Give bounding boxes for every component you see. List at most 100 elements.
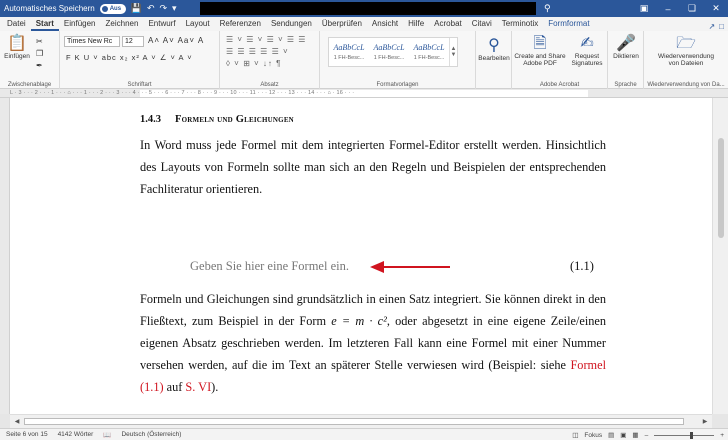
horizontal-scroll-thumb[interactable] <box>24 418 684 425</box>
clipboard-group: 📋 Einfügen ✂ ❐ ✒ Zwischenablage <box>0 31 60 89</box>
vertical-scroll-thumb[interactable] <box>718 138 724 238</box>
style-name: 1 FH-Besc... <box>373 55 405 61</box>
cross-reference-page[interactable]: S. VI <box>185 380 211 394</box>
minimize-icon[interactable]: – <box>656 4 680 14</box>
comment-icon[interactable]: □ <box>719 22 724 31</box>
edit-button[interactable]: ⚲ Bearbeiten <box>478 37 510 62</box>
tab-datei[interactable]: Datei <box>2 18 31 31</box>
autosave-toggle[interactable]: Aus <box>99 3 126 14</box>
copy-icon[interactable]: ❐ <box>36 49 44 58</box>
vertical-scrollbar[interactable] <box>712 98 728 414</box>
scroll-left-icon[interactable]: ◀ <box>12 417 22 427</box>
tab-terminotix[interactable]: Terminotix <box>497 18 543 31</box>
paste-button[interactable]: 📋 Einfügen <box>4 35 30 60</box>
paragraph-group: ☰ ˅ ☰ ˅ ☰ ˅ ☰ ☰ ☰ ☰ ☰ ☰ ☰ ˅ ◊ ˅ ⊞ ˅ ↓↑ ¶… <box>220 31 320 89</box>
speech-group-label: Sprache <box>614 82 637 88</box>
tab-acrobat[interactable]: Acrobat <box>429 18 467 31</box>
tab-einfuegen[interactable]: Einfügen <box>59 18 101 31</box>
tab-formformat[interactable]: Formformat <box>543 18 594 31</box>
tab-end-icons: ↗ □ <box>708 22 728 31</box>
ribbon-tabs: Datei Start Einfügen Zeichnen Entwurf La… <box>0 17 728 31</box>
formula-number: (1.1) <box>570 259 594 273</box>
microphone-icon: 🎤 <box>616 35 636 52</box>
style-sample: AaBbCcL <box>413 43 445 52</box>
tab-ueberpruefen[interactable]: Überprüfen <box>317 18 367 31</box>
tab-citavi[interactable]: Citavi <box>467 18 497 31</box>
focus-icon: ◫ <box>572 432 579 439</box>
zoom-in-icon[interactable]: + <box>720 432 724 439</box>
dictate-button[interactable]: 🎤 Diktieren <box>610 35 642 60</box>
save-icon[interactable]: 💾 <box>131 3 142 14</box>
title-bar: Automatisches Speichern Aus 💾 ↶ ↷ ▾ ⚲ ▣ … <box>0 0 728 17</box>
paragraph-group-label: Absatz <box>260 82 279 88</box>
tab-start[interactable]: Start <box>30 18 59 31</box>
cut-icon[interactable]: ✂ <box>36 37 44 46</box>
autosave-state: Aus <box>109 5 122 12</box>
tab-sendungen[interactable]: Sendungen <box>266 18 317 31</box>
ribbon: 📋 Einfügen ✂ ❐ ✒ Zwischenablage Times Ne… <box>0 31 728 89</box>
zoom-out-icon[interactable]: – <box>645 432 649 439</box>
close-icon[interactable]: ✕ <box>704 3 728 14</box>
reuse-label: Wiederverwendung von Dateien <box>657 53 714 67</box>
styles-scroll[interactable]: ▲ ▼ <box>449 38 457 66</box>
style-item[interactable]: AaBbCcL 1 FH-Besc... <box>369 38 409 66</box>
scroll-right-icon[interactable]: ▶ <box>700 417 710 427</box>
section-heading: 1.4.3 Formeln und Gleichungen <box>140 114 606 125</box>
request-signatures-label: Request Signatures <box>571 53 603 67</box>
style-name: 1 FH-Besc... <box>333 55 365 61</box>
tab-referenzen[interactable]: Referenzen <box>215 18 266 31</box>
focus-button[interactable]: Fokus <box>584 432 602 439</box>
language-indicator[interactable]: Deutsch (Österreich) <box>121 431 181 438</box>
print-layout-icon[interactable]: ▣ <box>620 431 626 439</box>
document-page[interactable]: 1.4.3 Formeln und Gleichungen In Word mu… <box>10 98 712 414</box>
paragraph-1[interactable]: In Word muss jede Formel mit dem integri… <box>140 134 606 200</box>
tab-layout[interactable]: Layout <box>181 18 215 31</box>
heading-number: 1.4.3 <box>140 114 161 125</box>
proofing-icon[interactable]: 📖 <box>103 431 111 439</box>
paragraph-row3-buttons[interactable]: ◊ ˅ ⊞ ˅ ↓↑ ¶ <box>226 59 281 68</box>
paragraph-2-text: ). <box>211 380 219 394</box>
reuse-files-button[interactable]: 🗁 Wiederverwendung von Dateien <box>648 35 724 67</box>
horizontal-scrollbar[interactable]: ◀ ▶ <box>10 414 712 428</box>
create-share-label: Create and Share Adobe PDF <box>514 53 566 67</box>
horizontal-ruler[interactable]: L · 3 · · · 2 · · · 1 · · · ⌂ · · · 1 · … <box>0 89 728 98</box>
font-name-select[interactable]: Times New Rc <box>64 36 120 47</box>
dictate-label: Diktieren <box>613 53 639 60</box>
font-size-select[interactable]: 12 <box>122 36 144 47</box>
style-item[interactable]: AaBbCcL 1 FH-Besc... <box>409 38 449 66</box>
redo-icon[interactable]: ↷ <box>159 3 167 14</box>
page-count[interactable]: Seite 6 von 15 <box>6 431 48 438</box>
paragraph-row1-buttons[interactable]: ☰ ˅ ☰ ˅ ☰ ˅ ☰ ☰ <box>226 35 306 44</box>
heading-title: Formeln und Gleichungen <box>175 114 294 125</box>
tab-zeichnen[interactable]: Zeichnen <box>101 18 144 31</box>
share-icon[interactable]: ↗ <box>708 22 715 31</box>
inline-formula[interactable]: e = m · c² <box>331 314 387 328</box>
request-signatures-button[interactable]: ✍ Request Signatures <box>568 35 606 67</box>
word-count[interactable]: 4142 Wörter <box>58 431 94 438</box>
ribbon-display-icon[interactable]: ▣ <box>632 3 656 14</box>
paragraph-row2-buttons[interactable]: ☰ ☰ ☰ ☰ ☰ ˅ <box>226 47 289 56</box>
zoom-knob[interactable] <box>690 431 694 439</box>
paragraph-2[interactable]: Formeln und Gleichungen sind grundsätzli… <box>140 288 606 398</box>
search-box[interactable]: ⚲ <box>536 1 620 16</box>
web-layout-icon[interactable]: ▦ <box>632 431 638 439</box>
tab-ansicht[interactable]: Ansicht <box>367 18 403 31</box>
format-painter-icon[interactable]: ✒ <box>36 61 44 70</box>
paragraph-2-text: auf <box>163 380 186 394</box>
customize-icon[interactable]: ▾ <box>172 3 177 14</box>
styles-group-label: Formatvorlagen <box>376 82 419 88</box>
formula-placeholder[interactable]: Geben Sie hier eine Formel ein. <box>190 259 349 274</box>
pdf-icon: 🗎 <box>533 35 547 52</box>
zoom-slider[interactable] <box>654 431 715 439</box>
vertical-ruler[interactable] <box>0 98 10 414</box>
read-mode-icon[interactable]: ▤ <box>608 431 614 439</box>
font-row2-buttons[interactable]: F K U ˅ abc x₂ x² A ˅ ∠ ˅ A ˅ <box>66 53 193 62</box>
font-row1-buttons[interactable]: A˄ A˅ Aa˅ A <box>148 36 204 45</box>
maximize-icon[interactable]: ❏ <box>680 3 704 14</box>
style-item[interactable]: AaBbCcL 1 FH-Besc... <box>329 38 369 66</box>
undo-icon[interactable]: ↶ <box>147 3 155 14</box>
tab-entwurf[interactable]: Entwurf <box>143 18 180 31</box>
create-share-pdf-button[interactable]: 🗎 Create and Share Adobe PDF <box>514 35 566 67</box>
tab-hilfe[interactable]: Hilfe <box>403 18 429 31</box>
search-icon: ⚲ <box>488 37 500 54</box>
